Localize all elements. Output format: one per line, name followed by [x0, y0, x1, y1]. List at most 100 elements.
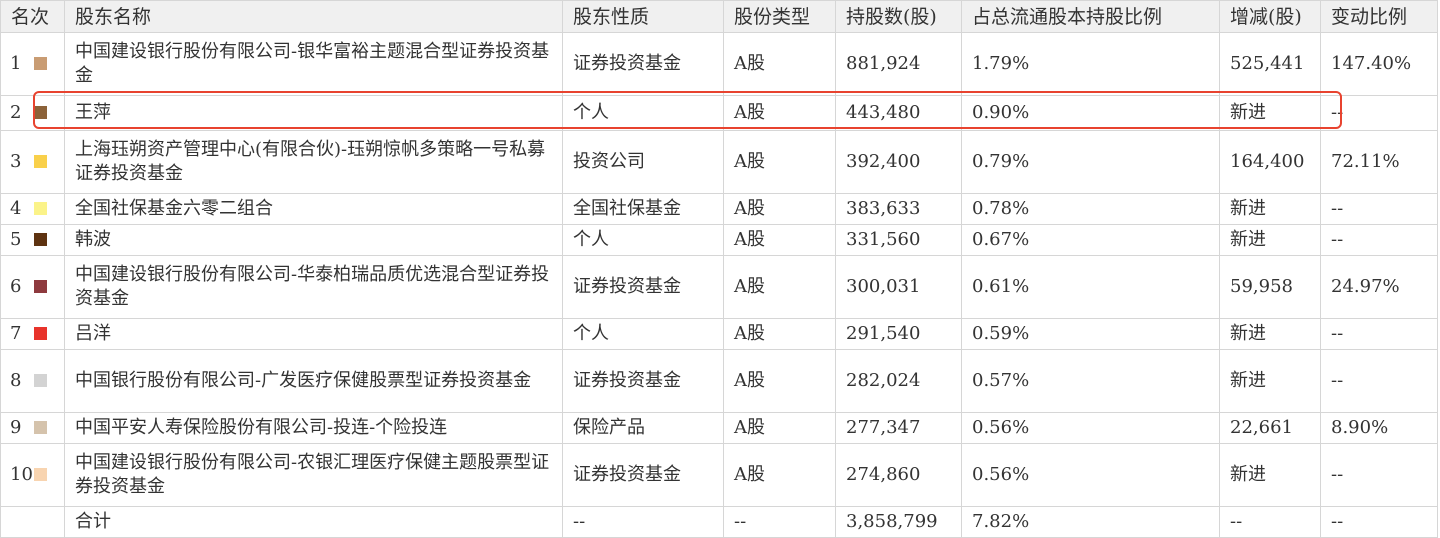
- rank-number: 7: [10, 323, 22, 344]
- header-share-type[interactable]: 股份类型: [723, 0, 836, 33]
- change-ratio: 147.40%: [1320, 32, 1438, 96]
- rank-number: 1: [10, 53, 22, 74]
- shareholder-name-cell: 王萍: [64, 95, 563, 131]
- share-change: 新进: [1219, 349, 1321, 413]
- shareholder-name: 王萍: [75, 102, 111, 123]
- shareholder-nature: 个人: [562, 95, 724, 131]
- shareholder-nature: 证券投资基金: [562, 443, 724, 507]
- table-row[interactable]: 5 韩波 个人 A股 331,560 0.67% 新进 --: [0, 224, 1438, 256]
- color-swatch: [34, 202, 47, 215]
- table-row[interactable]: 3 上海珏朔资产管理中心(有限合伙)-珏朔惊帆多策略一号私募证券投资基金 投资公司 A…: [0, 130, 1438, 194]
- total-row: 合计 -- -- 3,858,799 7.82% -- --: [0, 506, 1438, 538]
- shareholder-nature: 投资公司: [562, 130, 724, 194]
- share-change: 新进: [1219, 443, 1321, 507]
- holding-ratio: 0.67%: [961, 224, 1220, 256]
- shareholder-name-cell: 全国社保基金六零二组合: [64, 193, 563, 225]
- change-ratio: 24.97%: [1320, 255, 1438, 319]
- shareholder-name-cell: 吕洋: [64, 318, 563, 350]
- rank-cell: 9: [0, 412, 65, 444]
- color-swatch: [34, 57, 47, 70]
- table-header-row: 名次 股东名称 股东性质 股份类型 持股数(股) 占总流通股本持股比例 增减(股…: [0, 0, 1438, 33]
- table-row[interactable]: 2 王萍 个人 A股 443,480 0.90% 新进 --: [0, 95, 1438, 131]
- table-body: 1 中国建设银行股份有限公司-银华富裕主题混合型证券投资基金 证券投资基金 A股 881…: [0, 32, 1438, 507]
- table-row[interactable]: 1 中国建设银行股份有限公司-银华富裕主题混合型证券投资基金 证券投资基金 A股 881…: [0, 32, 1438, 96]
- shares-held: 277,347: [835, 412, 962, 444]
- shares-held: 383,633: [835, 193, 962, 225]
- shares-held: 881,924: [835, 32, 962, 96]
- total-label: 合计: [64, 506, 563, 538]
- rank-number: 4: [10, 198, 22, 219]
- share-type: A股: [723, 412, 836, 444]
- color-swatch: [34, 280, 47, 293]
- table-row[interactable]: 4 全国社保基金六零二组合 全国社保基金 A股 383,633 0.78% 新进 --: [0, 193, 1438, 225]
- table-row[interactable]: 9 中国平安人寿保险股份有限公司-投连-个险投连 保险产品 A股 277,347 0.56…: [0, 412, 1438, 444]
- shares-held: 443,480: [835, 95, 962, 131]
- rank-cell: 1: [0, 32, 65, 96]
- header-ratio[interactable]: 占总流通股本持股比例: [961, 0, 1220, 33]
- total-change: --: [1219, 506, 1321, 538]
- header-name[interactable]: 股东名称: [64, 0, 563, 33]
- change-ratio: --: [1320, 349, 1438, 413]
- shareholder-name-cell: 中国建设银行股份有限公司-华泰柏瑞品质优选混合型证券投资基金: [64, 255, 563, 319]
- color-swatch: [34, 106, 47, 119]
- change-ratio: --: [1320, 95, 1438, 131]
- holding-ratio: 0.56%: [961, 443, 1220, 507]
- shareholder-nature: 证券投资基金: [562, 255, 724, 319]
- rank-cell: 6: [0, 255, 65, 319]
- change-ratio: 72.11%: [1320, 130, 1438, 194]
- shares-held: 274,860: [835, 443, 962, 507]
- table-row[interactable]: 7 吕洋 个人 A股 291,540 0.59% 新进 --: [0, 318, 1438, 350]
- shares-held: 300,031: [835, 255, 962, 319]
- share-type: A股: [723, 95, 836, 131]
- shareholder-table-container: 名次 股东名称 股东性质 股份类型 持股数(股) 占总流通股本持股比例 增减(股…: [0, 0, 1440, 538]
- shareholder-nature: 个人: [562, 224, 724, 256]
- shareholder-nature: 证券投资基金: [562, 32, 724, 96]
- color-swatch: [34, 155, 47, 168]
- total-nature: --: [562, 506, 724, 538]
- top-shareholders-table: 名次 股东名称 股东性质 股份类型 持股数(股) 占总流通股本持股比例 增减(股…: [0, 0, 1438, 538]
- header-change-ratio[interactable]: 变动比例: [1320, 0, 1438, 33]
- table-row[interactable]: 10 中国建设银行股份有限公司-农银汇理医疗保健主题股票型证券投资基金 证券投资基金…: [0, 443, 1438, 507]
- rank-number: 8: [10, 370, 22, 391]
- share-type: A股: [723, 318, 836, 350]
- share-type: A股: [723, 130, 836, 194]
- header-change[interactable]: 增减(股): [1219, 0, 1321, 33]
- share-change: 164,400: [1219, 130, 1321, 194]
- shareholder-name: 中国银行股份有限公司-广发医疗保健股票型证券投资基金: [75, 370, 532, 391]
- total-share-type: --: [723, 506, 836, 538]
- header-rank[interactable]: 名次: [0, 0, 65, 33]
- holding-ratio: 0.90%: [961, 95, 1220, 131]
- rank-number: 5: [10, 229, 22, 250]
- color-swatch: [34, 374, 47, 387]
- rank-cell: 10: [0, 443, 65, 507]
- shareholder-name: 中国建设银行股份有限公司-华泰柏瑞品质优选混合型证券投资基金: [75, 264, 550, 309]
- table-row[interactable]: 8 中国银行股份有限公司-广发医疗保健股票型证券投资基金 证券投资基金 A股 282,0…: [0, 349, 1438, 413]
- header-nature[interactable]: 股东性质: [562, 0, 724, 33]
- change-ratio: --: [1320, 224, 1438, 256]
- shares-held: 331,560: [835, 224, 962, 256]
- share-change: 新进: [1219, 193, 1321, 225]
- share-type: A股: [723, 32, 836, 96]
- holding-ratio: 0.61%: [961, 255, 1220, 319]
- rank-number: 3: [10, 151, 22, 172]
- share-change: 525,441: [1219, 32, 1321, 96]
- holding-ratio: 0.59%: [961, 318, 1220, 350]
- share-type: A股: [723, 193, 836, 225]
- shareholder-name: 上海珏朔资产管理中心(有限合伙)-珏朔惊帆多策略一号私募证券投资基金: [75, 139, 546, 184]
- total-ratio: 7.82%: [961, 506, 1220, 538]
- share-change: 新进: [1219, 224, 1321, 256]
- shareholder-name: 中国建设银行股份有限公司-银华富裕主题混合型证券投资基金: [75, 41, 550, 86]
- share-type: A股: [723, 255, 836, 319]
- rank-cell: 4: [0, 193, 65, 225]
- shareholder-name: 韩波: [75, 229, 111, 250]
- rank-cell: 5: [0, 224, 65, 256]
- change-ratio: --: [1320, 443, 1438, 507]
- table-row[interactable]: 6 中国建设银行股份有限公司-华泰柏瑞品质优选混合型证券投资基金 证券投资基金 A股 3…: [0, 255, 1438, 319]
- color-swatch: [34, 233, 47, 246]
- shareholder-nature: 证券投资基金: [562, 349, 724, 413]
- holding-ratio: 0.79%: [961, 130, 1220, 194]
- share-type: A股: [723, 349, 836, 413]
- holding-ratio: 0.78%: [961, 193, 1220, 225]
- header-shares[interactable]: 持股数(股): [835, 0, 962, 33]
- holding-ratio: 1.79%: [961, 32, 1220, 96]
